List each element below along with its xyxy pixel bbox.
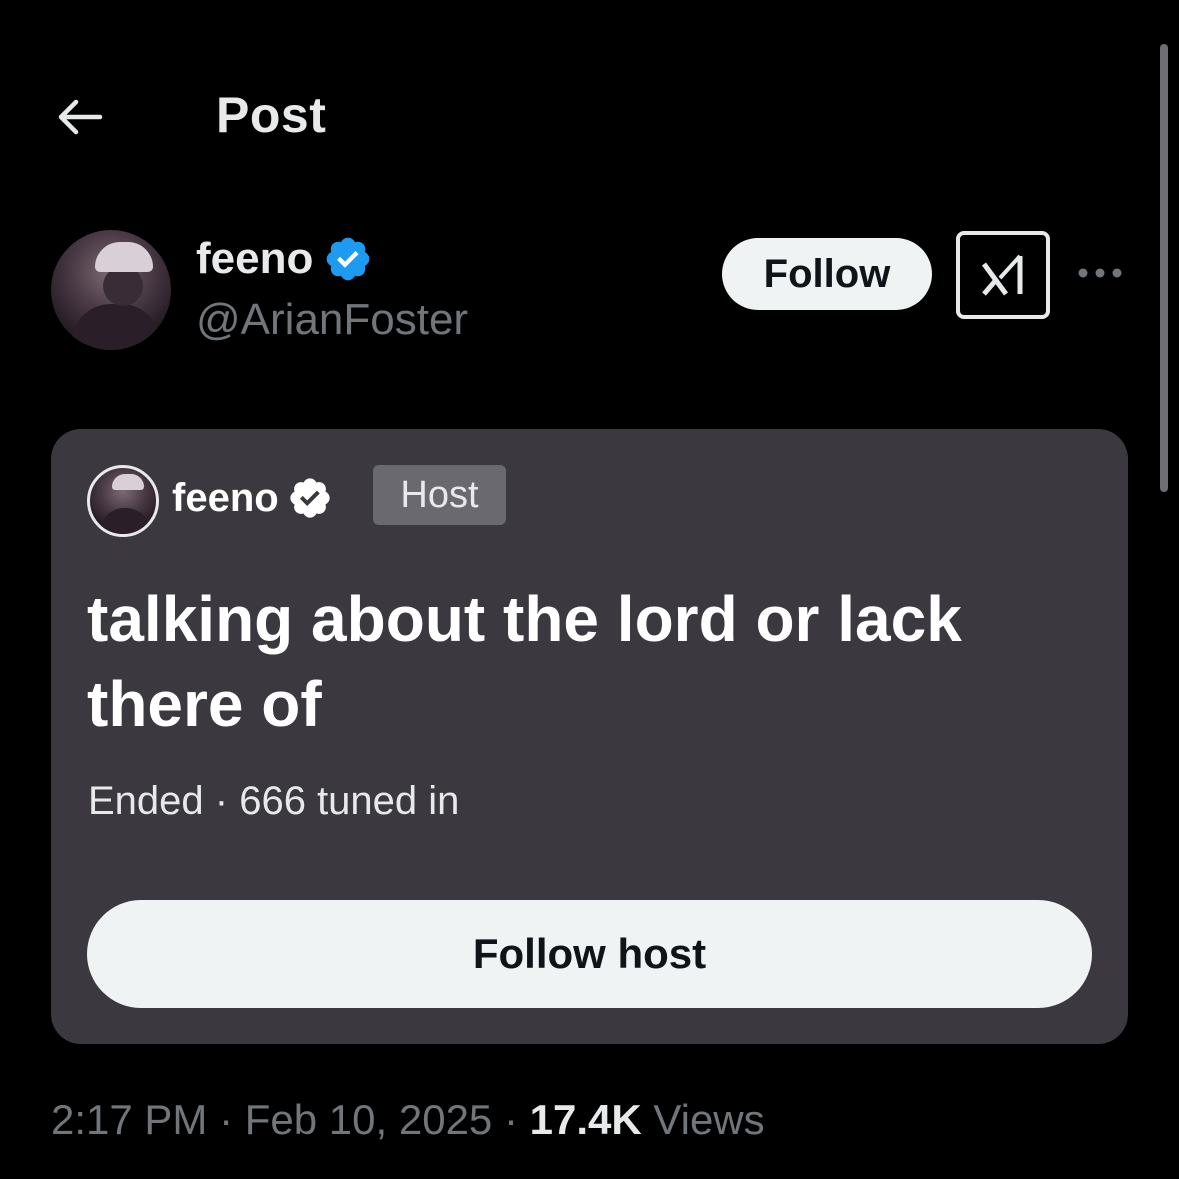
meta-separator: · [207,1096,245,1143]
back-button[interactable] [50,92,108,142]
verified-badge-icon [327,237,370,281]
host-avatar-figure-body [100,508,150,534]
author-display-name-row[interactable]: feeno [196,234,373,284]
author-display-name: feeno [196,234,314,283]
views-count[interactable]: 17.4K [530,1096,642,1143]
author-avatar[interactable] [51,230,171,350]
verified-badge-icon [290,478,330,518]
views-label: Views [641,1096,765,1143]
host-avatar-figure-cap [112,474,144,490]
host-name: feeno [172,475,279,520]
more-options-button[interactable] [1075,256,1125,290]
avatar-figure-face [103,266,143,306]
grok-button[interactable] [956,231,1050,319]
arrow-left-icon [58,99,103,135]
author-handle[interactable]: @ArianFoster [196,295,468,345]
follow-host-button[interactable]: Follow host [87,900,1092,1008]
avatar-figure-body [71,304,161,350]
more-horizontal-icon [1078,268,1122,278]
post-meta: 2:17 PM · Feb 10, 2025 · 17.4K Views [51,1096,765,1144]
grok-icon [981,254,1023,296]
post-time[interactable]: 2:17 PM [51,1096,207,1143]
meta-separator: · [492,1096,530,1143]
post-date[interactable]: Feb 10, 2025 [245,1096,493,1143]
follow-button[interactable]: Follow [722,238,932,310]
space-card[interactable]: feeno Host talking about the lord or lac… [51,429,1128,1044]
host-name-row[interactable]: feeno [172,475,333,521]
host-badge: Host [373,465,506,525]
space-title: talking about the lord or lack there of [87,583,962,740]
space-status: Ended · 666 tuned in [88,779,460,823]
scrollbar[interactable] [1160,44,1168,492]
avatar-figure-cap [95,242,153,272]
host-avatar[interactable] [87,465,159,537]
page-title: Post [216,87,327,143]
